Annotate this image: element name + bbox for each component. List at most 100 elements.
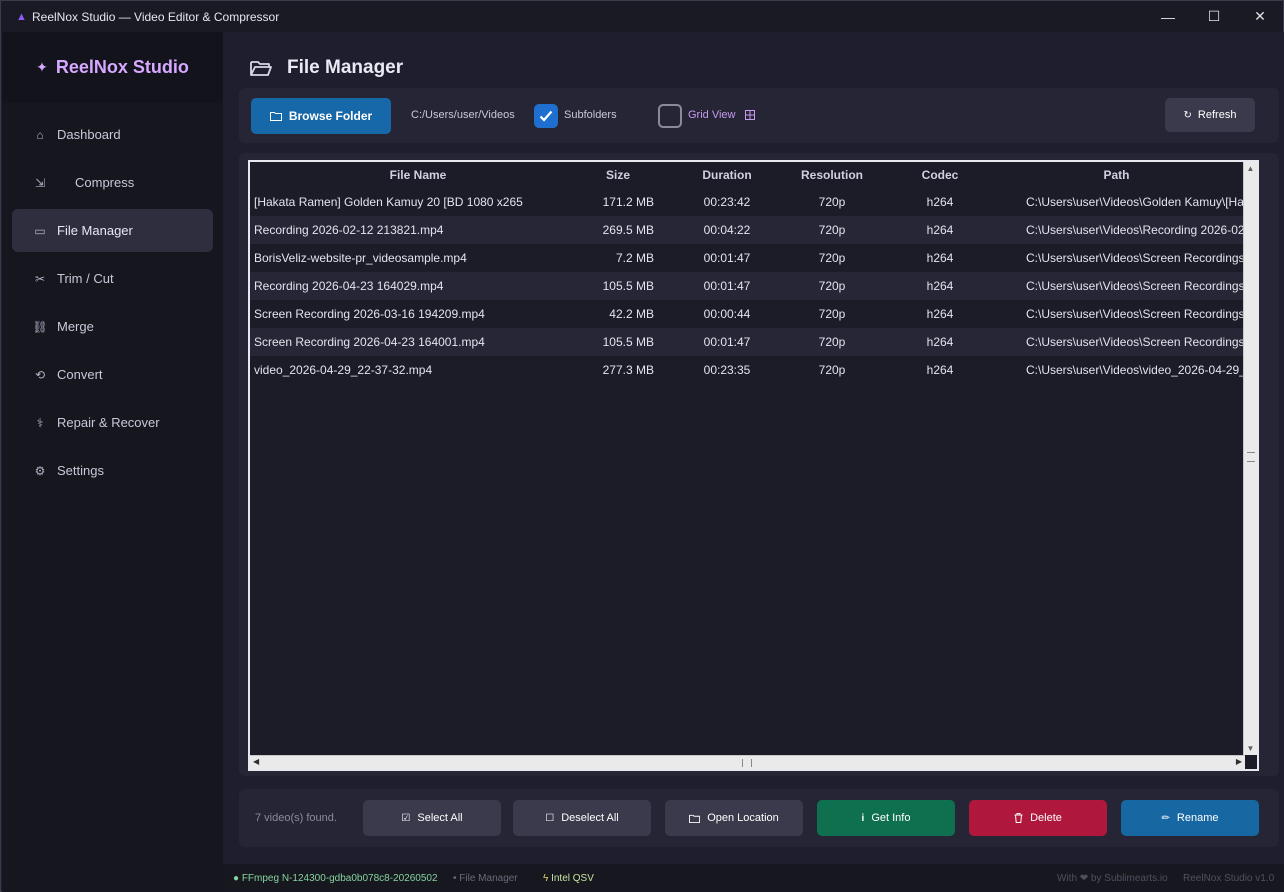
vertical-scrollbar[interactable]: ▲ ▼ [1243,162,1257,755]
sidebar-item-trim-cut[interactable]: ✂ Trim / Cut [12,257,213,300]
cell-resolution: 720p [818,251,846,265]
close-button[interactable]: ✕ [1237,1,1283,32]
cell-size: 171.2 MB [602,195,654,209]
trash-icon [1014,813,1023,823]
horizontal-scrollbar[interactable]: ◀ ▶ [250,755,1245,769]
cell-path: C:\Users\user\Videos\Screen Recordings\S [1026,307,1245,321]
sidebar-item-compress[interactable]: ⇲ Compress [12,161,213,204]
credit-text: With ❤ by Sublimearts.io [1057,872,1168,884]
page-title: File Manager [287,57,404,78]
scroll-grip[interactable] [742,759,752,767]
folder-icon [689,814,701,823]
get-info-button[interactable]: i Get Info [817,800,955,836]
checkbox-checked-icon: ☑ [401,812,411,824]
maximize-button[interactable]: ☐ [1191,1,1237,32]
status-bar: ● FFmpeg N-124300-gdba0b078c8-20260502 •… [223,864,1284,892]
select-all-button[interactable]: ☑ Select All [363,800,501,836]
sidebar-item-merge[interactable]: ⛓ Merge [12,305,213,348]
cell-duration: 00:04:22 [703,223,751,237]
cell-resolution: 720p [818,195,846,209]
window-controls: — ☐ ✕ [1145,1,1283,32]
minimize-button[interactable]: — [1145,1,1191,32]
table-row[interactable]: [Hakata Ramen] Golden Kamuy 20 [BD 1080 … [250,188,1245,216]
delete-label: Delete [1030,812,1062,824]
refresh-icon: ↻ [1183,109,1192,121]
folder-icon [269,112,282,121]
table-row[interactable]: Recording 2026-04-23 164029.mp4 105.5 MB 0… [250,272,1245,300]
sidebar-item-label: Merge [57,319,94,334]
table-row[interactable]: BorisVeliz-website-pr_videosample.mp4 7.2… [250,244,1245,272]
rename-button[interactable]: ✏ Rename [1121,800,1259,836]
cell-path: C:\Users\user\Videos\Screen Recordings\S [1026,335,1245,349]
delete-button[interactable]: Delete [969,800,1107,836]
table-row[interactable]: Recording 2026-02-12 213821.mp4 269.5 MB 0… [250,216,1245,244]
scroll-up-icon[interactable]: ▲ [1246,164,1255,173]
ffmpeg-version-text: FFmpeg N-124300-gdba0b078c8-20260502 [241,872,438,884]
cell-path: C:\Users\user\Videos\Screen Recordings\F [1026,279,1245,293]
table-row[interactable]: Screen Recording 2026-04-23 164001.mp4 10… [250,328,1245,356]
scroll-down-icon[interactable]: ▼ [1246,744,1255,753]
sidebar-item-dashboard[interactable]: ⌂ Dashboard [12,113,213,156]
cell-codec: h264 [926,223,954,237]
refresh-button[interactable]: ↻ Refresh [1165,98,1255,132]
get-info-label: Get Info [871,812,911,824]
cell-duration: 00:01:47 [703,335,751,349]
column-header-duration[interactable]: Duration [654,168,772,182]
cell-resolution: 720p [818,335,846,349]
cell-duration: 00:01:47 [703,251,751,265]
browse-folder-button[interactable]: Browse Folder [251,98,391,134]
status-page: • File Manager [453,872,518,884]
app-window: ▲ ReelNox Studio — Video Editor & Compre… [0,0,1284,892]
cell-size: 269.5 MB [602,223,654,237]
action-bar: 7 video(s) found. ☑ Select All ☐ Deselec… [239,789,1279,847]
cell-file-name: video_2026-04-29_22-37-32.mp4 [254,363,433,377]
column-header-path[interactable]: Path [988,168,1245,182]
cell-path: C:\Users\user\Videos\Golden Kamuy\[Hak [1026,195,1245,209]
column-header-codec[interactable]: Codec [892,168,988,182]
cell-codec: h264 [926,335,954,349]
cell-codec: h264 [926,251,954,265]
window-title: ReelNox Studio — Video Editor & Compress… [32,9,280,24]
open-location-label: Open Location [707,812,779,824]
cell-path: C:\Users\user\Videos\Screen Recordings\E [1026,251,1245,265]
toolbar: Browse Folder C:/Users/user/Videos Subfo… [239,88,1279,143]
scroll-right-icon[interactable]: ▶ [1236,757,1242,766]
sidebar-item-settings[interactable]: ⚙ Settings [12,449,213,492]
hardware-accel-text: Intel QSV [551,872,594,884]
sidebar-item-label: Dashboard [57,127,121,142]
sparkle-icon: ✦ [36,59,48,75]
deselect-all-button[interactable]: ☐ Deselect All [513,800,651,836]
subfolders-label: Subfolders [564,109,617,121]
table-header: File Name Size Duration Resolution Codec… [250,162,1245,187]
cell-path: C:\Users\user\Videos\video_2026-04-29_22 [1026,363,1245,377]
main-content: File Manager Browse Folder C:/Users/user… [223,32,1284,864]
sidebar-nav: ⌂ Dashboard ⇲ Compress ▭ File Manager ✂ Trim / … [2,103,223,507]
cell-size: 105.5 MB [602,335,654,349]
sidebar-item-label: File Manager [57,223,133,238]
page-header: File Manager [249,56,403,80]
cell-codec: h264 [926,307,954,321]
grid-view-checkbox[interactable] [658,104,682,128]
sidebar-item-label: Convert [57,367,103,382]
cell-resolution: 720p [818,307,846,321]
column-header-file-name[interactable]: File Name [250,168,582,182]
scroll-left-icon[interactable]: ◀ [253,757,259,766]
scissors-icon: ✂ [34,271,46,286]
column-header-size[interactable]: Size [582,168,654,182]
table-row[interactable]: video_2026-04-29_22-37-32.mp4 277.3 MB 00:… [250,356,1245,384]
sidebar: ✦ ReelNox Studio ⌂ Dashboard ⇲ Compress ▭ Fil… [2,32,223,892]
cell-codec: h264 [926,363,954,377]
table-row[interactable]: Screen Recording 2026-03-16 194209.mp4 42… [250,300,1245,328]
refresh-label: Refresh [1197,109,1237,121]
sidebar-item-repair-recover[interactable]: ⚕ Repair & Recover [12,401,213,444]
sidebar-item-convert[interactable]: ⟲ Convert [12,353,213,396]
subfolders-checkbox[interactable] [534,104,558,128]
column-header-resolution[interactable]: Resolution [772,168,892,182]
sidebar-item-file-manager[interactable]: ▭ File Manager [12,209,213,252]
file-table[interactable]: File Name Size Duration Resolution Codec… [248,160,1259,771]
cell-resolution: 720p [818,223,846,237]
cell-size: 277.3 MB [602,363,654,377]
title-bar: ▲ ReelNox Studio — Video Editor & Compre… [1,1,1283,32]
open-location-button[interactable]: Open Location [665,800,803,836]
scroll-grip[interactable] [1247,452,1255,462]
